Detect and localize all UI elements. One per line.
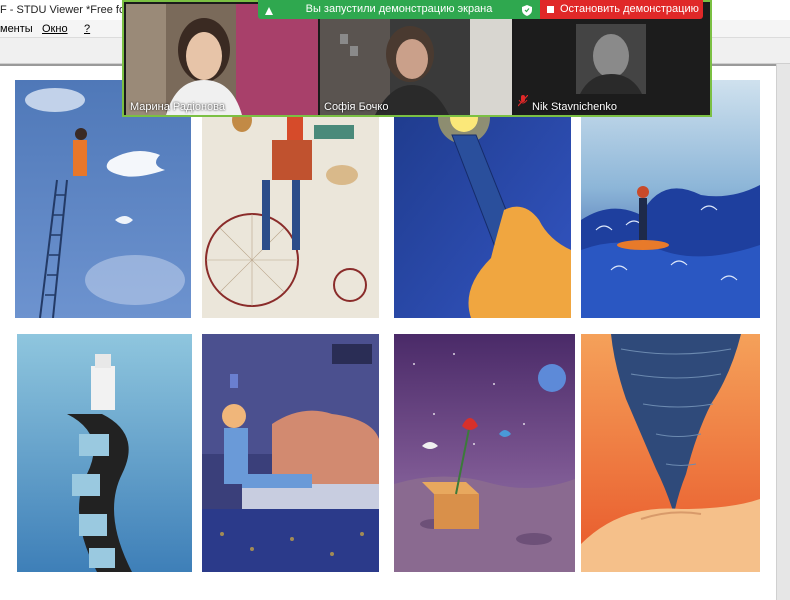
stop-share-label: Остановить демонстрацию [560, 3, 699, 15]
illustration-card-8 [581, 334, 760, 572]
participant-video-2 [320, 4, 512, 115]
boy-sleeping-on-bed-image [202, 334, 379, 572]
participant-video-3 [514, 4, 710, 115]
illustration-card-7 [394, 334, 575, 572]
participant-name-2: Софія Бочко [324, 101, 389, 113]
document-page [0, 66, 776, 600]
document-viewport[interactable] [0, 64, 790, 600]
vertical-scrollbar[interactable] [776, 64, 790, 600]
participant-tile-1[interactable]: Марина Радіонова [126, 4, 318, 115]
participant-video-1 [126, 4, 318, 115]
screen-share-banner: Вы запустили демонстрацию экрана [258, 0, 540, 19]
tornado-over-open-hand-image [581, 334, 760, 572]
window-title: F - STDU Viewer *Free for n [0, 4, 138, 16]
menu-item-tools[interactable]: менты [0, 20, 33, 38]
menu-item-help[interactable]: ? [84, 20, 90, 38]
muted-microphone-icon [517, 94, 529, 112]
illustration-card-6 [202, 334, 379, 572]
man-sitting-on-film-strip-image [17, 334, 192, 572]
shield-icon [522, 4, 532, 23]
screen-share-banner-text: Вы запустили демонстрацию экрана [305, 3, 493, 15]
participant-tile-3[interactable]: Nik Stavnichenko [514, 4, 710, 115]
flower-in-box-on-moon-image [394, 334, 575, 572]
participant-name-3: Nik Stavnichenko [532, 101, 617, 113]
stop-icon [547, 6, 554, 13]
menu-item-window[interactable]: Окно [42, 20, 68, 38]
illustration-card-5 [17, 334, 192, 572]
participant-name-1: Марина Радіонова [130, 101, 226, 113]
participant-tile-2[interactable]: Софія Бочко [320, 4, 512, 115]
screen-share-icon [264, 4, 274, 23]
stop-share-button[interactable]: Остановить демонстрацию [540, 0, 703, 19]
